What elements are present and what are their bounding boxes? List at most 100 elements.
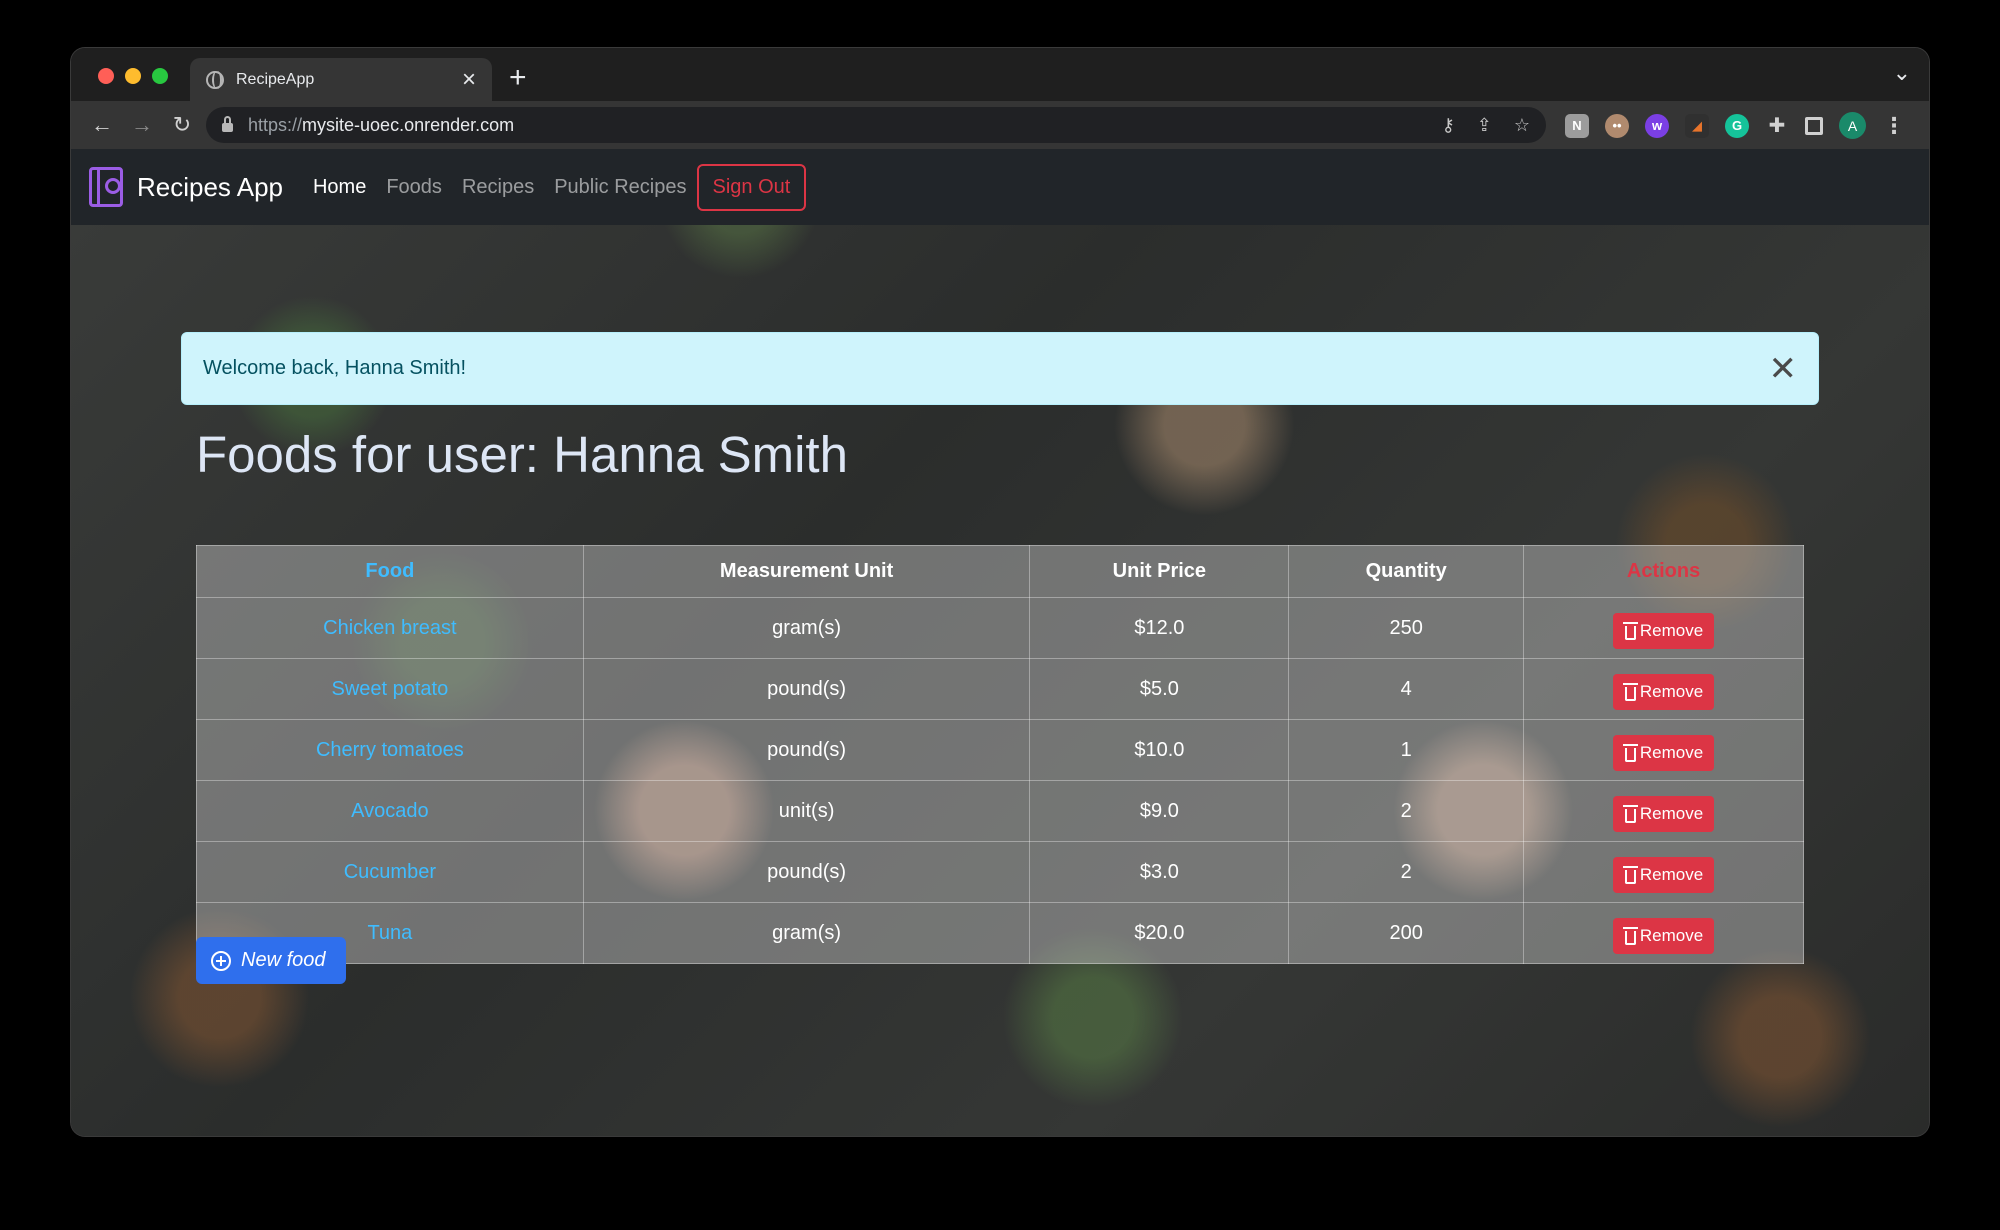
unit-price-cell: $12.0 xyxy=(1029,597,1290,659)
browser-window: RecipeApp × + ⌄ ← → ↻ https://mysite-uoe… xyxy=(71,48,1929,1136)
remove-label: Remove xyxy=(1639,804,1704,823)
alert-message: Welcome back, Hanna Smith! xyxy=(203,357,467,379)
site-navbar: Recipes App Home Foods Recipes Public Re… xyxy=(71,149,1929,225)
remove-button[interactable]: Remove xyxy=(1612,735,1715,771)
minimize-window-button[interactable] xyxy=(125,68,141,84)
w-extension-icon[interactable]: w xyxy=(1645,113,1669,138)
url-text[interactable]: https://mysite-uoec.onrender.com xyxy=(248,115,514,136)
browser-menu-icon[interactable]: ⋮ xyxy=(1882,113,1906,138)
table-row: Cucumber pound(s) $3.0 2 Remove xyxy=(196,841,1804,903)
side-panel-icon[interactable] xyxy=(1805,116,1823,135)
new-food-button[interactable]: New food xyxy=(196,937,346,984)
sign-out-button[interactable]: Sign Out xyxy=(696,163,807,211)
nav-link-public-recipes[interactable]: Public Recipes xyxy=(554,176,686,199)
unit-price-cell: $9.0 xyxy=(1029,780,1290,842)
quantity-cell: 4 xyxy=(1288,658,1525,720)
actions-cell: Remove xyxy=(1523,841,1804,903)
remove-label: Remove xyxy=(1639,743,1704,762)
foods-table: Food Measurement Unit Unit Price Quantit… xyxy=(196,545,1804,964)
food-link[interactable]: Cucumber xyxy=(196,841,584,903)
food-link[interactable]: Avocado xyxy=(196,780,584,842)
measurement-unit-cell: pound(s) xyxy=(582,841,1031,903)
food-link[interactable]: Cherry tomatoes xyxy=(196,719,584,781)
table-row: Sweet potato pound(s) $5.0 4 Remove xyxy=(196,658,1804,720)
actions-cell: Remove xyxy=(1523,597,1804,659)
quantity-cell: 1 xyxy=(1288,719,1525,781)
remove-label: Remove xyxy=(1639,621,1704,640)
measurement-unit-cell: unit(s) xyxy=(582,780,1031,842)
remove-button[interactable]: Remove xyxy=(1612,796,1715,832)
notion-extension-icon[interactable]: N xyxy=(1565,113,1589,138)
profile-avatar[interactable]: A xyxy=(1839,112,1866,139)
forward-arrow-icon[interactable]: → xyxy=(122,112,162,138)
nav-link-recipes[interactable]: Recipes xyxy=(462,176,534,199)
tab-strip: RecipeApp × + ⌄ xyxy=(71,48,1929,101)
quantity-cell: 250 xyxy=(1288,597,1525,659)
remove-label: Remove xyxy=(1639,865,1704,884)
header-actions: Actions xyxy=(1523,545,1804,598)
lock-icon[interactable] xyxy=(222,116,233,132)
globe-icon xyxy=(206,70,224,89)
welcome-alert: Welcome back, Hanna Smith! ✕ xyxy=(181,332,1819,405)
quantity-cell: 2 xyxy=(1288,841,1525,903)
recipe-book-icon[interactable] xyxy=(89,167,123,207)
new-food-label: New food xyxy=(241,949,326,971)
food-link[interactable]: Sweet potato xyxy=(196,658,584,720)
nav-link-foods[interactable]: Foods xyxy=(386,176,442,199)
quantity-cell: 200 xyxy=(1288,902,1525,964)
key-icon[interactable]: ⚷ xyxy=(1442,115,1455,136)
close-window-button[interactable] xyxy=(98,68,114,84)
trash-icon xyxy=(1622,804,1638,823)
actions-cell: Remove xyxy=(1523,719,1804,781)
reload-icon[interactable]: ↻ xyxy=(162,112,202,138)
actions-cell: Remove xyxy=(1523,902,1804,964)
table-row: Cherry tomatoes pound(s) $10.0 1 Remove xyxy=(196,719,1804,781)
url-scheme: https:// xyxy=(248,114,303,135)
remove-button[interactable]: Remove xyxy=(1612,918,1715,954)
back-arrow-icon[interactable]: ← xyxy=(82,112,122,138)
browser-tab[interactable]: RecipeApp × xyxy=(190,58,492,101)
table-header-row: Food Measurement Unit Unit Price Quantit… xyxy=(196,545,1804,598)
maximize-window-button[interactable] xyxy=(152,68,168,84)
header-quantity: Quantity xyxy=(1288,545,1525,598)
remove-button[interactable]: Remove xyxy=(1612,857,1715,893)
remove-button[interactable]: Remove xyxy=(1612,674,1715,710)
page-title: Foods for user: Hanna Smith xyxy=(196,426,848,483)
trash-icon xyxy=(1622,621,1638,640)
new-tab-button[interactable]: + xyxy=(509,61,527,95)
unit-price-cell: $10.0 xyxy=(1029,719,1290,781)
remove-button[interactable]: Remove xyxy=(1612,613,1715,649)
trash-icon xyxy=(1622,926,1638,945)
close-tab-icon[interactable]: × xyxy=(462,67,476,92)
share-icon[interactable]: ⇪ xyxy=(1477,115,1492,136)
table-row: Chicken breast gram(s) $12.0 250 Remove xyxy=(196,597,1804,659)
address-bar[interactable]: https://mysite-uoec.onrender.com ⚷ ⇪ ☆ xyxy=(206,107,1546,143)
unit-price-cell: $20.0 xyxy=(1029,902,1290,964)
food-link[interactable]: Chicken breast xyxy=(196,597,584,659)
extensions-area: N •• w ◢ G ✚ A ⋮ xyxy=(1565,112,1906,139)
measurement-unit-cell: pound(s) xyxy=(582,658,1031,720)
plus-circle-icon xyxy=(211,950,231,971)
puzzle-extensions-icon[interactable]: ✚ xyxy=(1765,114,1789,138)
remove-label: Remove xyxy=(1639,682,1704,701)
remove-label: Remove xyxy=(1639,926,1704,945)
quantity-cell: 2 xyxy=(1288,780,1525,842)
star-icon[interactable]: ☆ xyxy=(1514,115,1530,136)
close-alert-icon[interactable]: ✕ xyxy=(1769,352,1798,386)
nav-link-home[interactable]: Home xyxy=(313,176,366,199)
header-measurement-unit: Measurement Unit xyxy=(582,545,1031,598)
brand-name[interactable]: Recipes App xyxy=(137,172,283,203)
grammarly-extension-icon[interactable]: G xyxy=(1725,113,1749,138)
page-content: Recipes App Home Foods Recipes Public Re… xyxy=(71,149,1929,1136)
unit-price-cell: $5.0 xyxy=(1029,658,1290,720)
window-controls xyxy=(98,68,168,84)
tab-search-chevron-icon[interactable]: ⌄ xyxy=(1893,60,1911,86)
trash-icon xyxy=(1622,865,1638,884)
measurement-unit-cell: gram(s) xyxy=(582,597,1031,659)
eyes-extension-icon[interactable]: •• xyxy=(1605,113,1629,138)
measurement-unit-cell: pound(s) xyxy=(582,719,1031,781)
marker-extension-icon[interactable]: ◢ xyxy=(1685,113,1709,138)
header-unit-price: Unit Price xyxy=(1029,545,1290,598)
table-row: Tuna gram(s) $20.0 200 Remove xyxy=(196,902,1804,964)
tab-title: RecipeApp xyxy=(236,70,315,88)
